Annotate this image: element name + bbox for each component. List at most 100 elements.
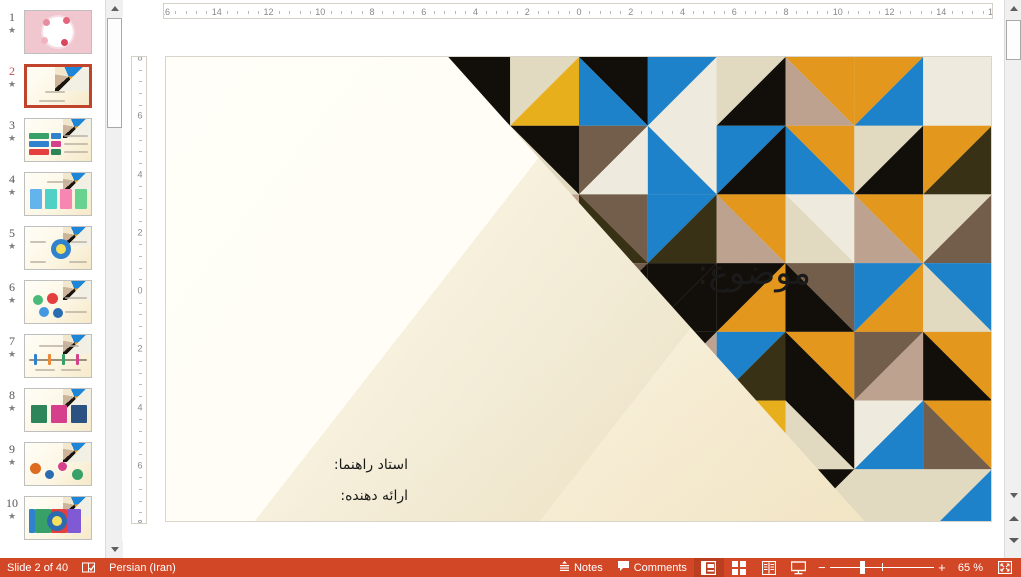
thumbnail-preview-5[interactable] — [24, 226, 92, 270]
ruler-label-h: 16 — [163, 4, 170, 19]
thumbnail-item-1[interactable]: 1★ — [0, 10, 105, 64]
ruler-tick — [434, 11, 435, 14]
ruler-tick — [139, 501, 142, 502]
slide-subtitle-presenter[interactable]: ارائه دهنده: — [340, 488, 408, 504]
thumbnail-number: 10 — [6, 497, 18, 510]
previous-slide-button[interactable] — [1007, 512, 1020, 525]
mosaic-triangle — [372, 57, 441, 126]
slide-number-indicator[interactable]: Slide 2 of 40 — [0, 558, 75, 577]
ruler-tick — [139, 396, 142, 397]
mosaic-triangle — [166, 469, 235, 521]
thumbnail-item-6[interactable]: 6★ — [0, 280, 105, 334]
ruler-tick — [139, 256, 142, 257]
mosaic-triangle — [235, 194, 304, 263]
canvas-scroll-down-button[interactable] — [1005, 487, 1021, 504]
canvas-scrollbar-thumb[interactable] — [1006, 20, 1021, 60]
mosaic-triangle — [304, 57, 373, 126]
thumbnail-text-line — [65, 297, 87, 299]
ruler-tick — [237, 11, 238, 14]
thumbnail-item-9[interactable]: 9★ — [0, 442, 105, 496]
fit-to-window-button[interactable] — [991, 558, 1021, 577]
mosaic-triangle — [510, 194, 579, 263]
mosaic-triangle — [579, 401, 648, 470]
thumbnail-item-4[interactable]: 4★ — [0, 172, 105, 226]
ruler-tick — [486, 11, 487, 14]
reading-view-button[interactable] — [754, 558, 784, 577]
ruler-tick — [496, 11, 497, 14]
thumbnail-item-5[interactable]: 5★ — [0, 226, 105, 280]
thumbnail-scroll-up-button[interactable] — [106, 0, 123, 17]
thumbnail-shape — [56, 244, 66, 254]
ruler-tick — [227, 11, 228, 14]
ruler-tick — [413, 11, 414, 14]
thumbnail-shape — [51, 133, 61, 139]
slide-canvas-area[interactable]: موضوع: استاد راهنما: ارائه دهنده: — [150, 22, 1001, 558]
thumbnail-shape — [76, 354, 79, 365]
slide-title-text[interactable]: موضوع: — [697, 253, 811, 293]
thumbnail-shape — [67, 509, 81, 533]
ruler-tick — [869, 11, 870, 14]
mosaic-triangle — [579, 401, 648, 470]
comment-icon — [617, 560, 630, 575]
zoom-slider-handle[interactable] — [860, 561, 865, 574]
zoom-percentage-label[interactable]: 65 % — [950, 562, 991, 574]
slide-editing-surface[interactable]: موضوع: استاد راهنما: ارائه دهنده: — [165, 56, 992, 522]
thumbnail-shape — [62, 354, 65, 365]
thumbnail-preview-3[interactable] — [24, 118, 92, 162]
thumbnail-pane-scrollbar[interactable] — [105, 0, 122, 558]
thumbnail-preview-10[interactable] — [24, 496, 92, 540]
thumbnail-item-3[interactable]: 3★ — [0, 118, 105, 172]
thumbnail-item-2[interactable]: 2★ — [0, 64, 105, 118]
ruler-tick — [983, 11, 984, 14]
thumbnail-preview-9[interactable] — [24, 442, 92, 486]
ruler-tick — [139, 442, 142, 443]
zoom-out-button[interactable]: − — [814, 558, 830, 577]
ruler-tick — [507, 11, 508, 14]
thumbnail-number: 3 — [9, 119, 15, 132]
slideshow-view-button[interactable] — [784, 558, 814, 577]
slide-sorter-view-button[interactable] — [724, 558, 754, 577]
flower-dot — [63, 17, 70, 24]
thumbnail-item-7[interactable]: 7★ — [0, 334, 105, 388]
thumbnail-text-line — [45, 91, 65, 93]
ruler-tick — [455, 11, 456, 14]
spellcheck-icon — [82, 562, 95, 574]
zoom-slider[interactable] — [830, 558, 934, 577]
vertical-ruler: 864202468 — [131, 56, 147, 524]
spellcheck-button[interactable] — [75, 558, 102, 577]
thumbnail-item-10[interactable]: 10★ — [0, 496, 105, 550]
thumbnail-preview-2[interactable] — [24, 64, 92, 108]
animation-star-icon: ★ — [8, 133, 16, 144]
thumbnail-scroll-down-button[interactable] — [106, 541, 123, 558]
mosaic-triangle — [235, 332, 304, 401]
mosaic-triangle — [648, 469, 717, 521]
slide-thumbnail-pane[interactable]: 1★2★3★4★5★6★7★8★9★10★ — [0, 0, 105, 558]
normal-view-button[interactable] — [694, 558, 724, 577]
canvas-scroll-up-button[interactable] — [1005, 0, 1021, 17]
thumbnail-preview-6[interactable] — [24, 280, 92, 324]
comments-button[interactable]: Comments — [610, 558, 694, 577]
ruler-tick — [362, 11, 363, 14]
thumbnail-shape — [48, 354, 51, 365]
mosaic-triangle — [304, 263, 373, 332]
mosaic-triangle — [579, 469, 648, 521]
animation-star-icon: ★ — [8, 457, 16, 468]
zoom-in-button[interactable]: + — [934, 558, 950, 577]
notes-button[interactable]: Notes — [552, 558, 610, 577]
slide-subtitle-supervisor[interactable]: استاد راهنما: — [334, 457, 408, 473]
slide-vertical-scrollbar[interactable] — [1004, 0, 1021, 558]
thumbnail-preview-1[interactable] — [24, 10, 92, 54]
zoom-slider-midpoint — [882, 563, 883, 571]
thumbnail-preview-4[interactable] — [24, 172, 92, 216]
thumbnail-preview-8[interactable] — [24, 388, 92, 432]
thumbnail-item-8[interactable]: 8★ — [0, 388, 105, 442]
double-chevron-down-icon — [1009, 538, 1019, 543]
language-indicator[interactable]: Persian (Iran) — [102, 558, 183, 577]
next-slide-button[interactable] — [1007, 534, 1020, 547]
thumbnail-scrollbar-thumb[interactable] — [107, 18, 122, 128]
ruler-tick — [651, 11, 652, 14]
thumbnail-text-line — [39, 345, 79, 347]
thumbnail-text-line — [47, 181, 69, 183]
ruler-tick — [139, 279, 142, 280]
thumbnail-preview-7[interactable] — [24, 334, 92, 378]
